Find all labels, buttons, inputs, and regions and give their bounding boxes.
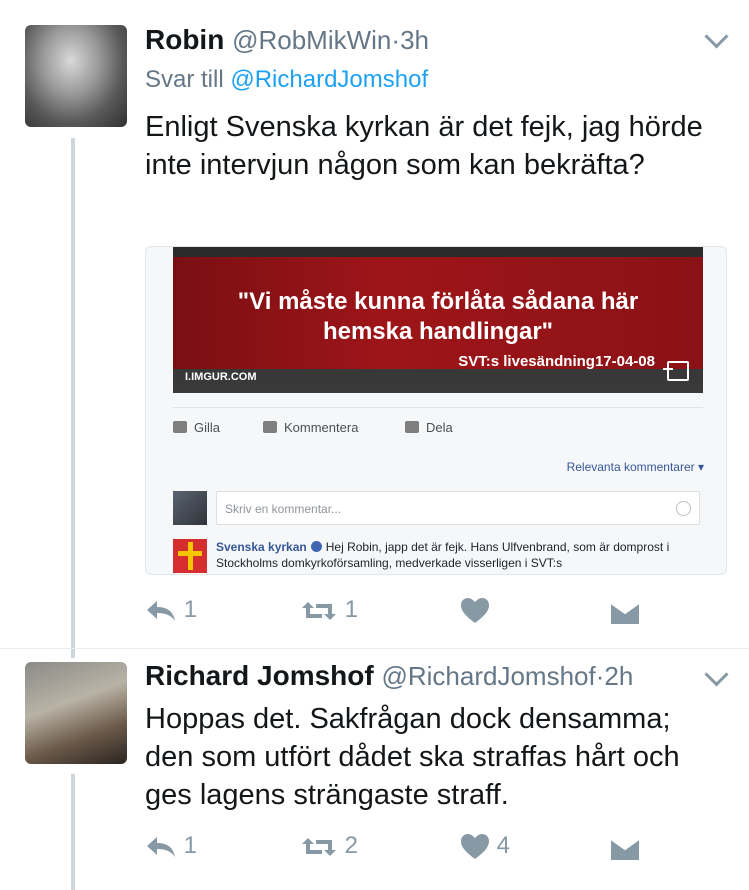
separator: ·: [391, 25, 401, 55]
relevant-comments-label: Relevanta kommentarer ▾: [566, 460, 704, 474]
comment-placeholder: Skriv en kommentar...: [225, 502, 342, 516]
timestamp[interactable]: 3h: [400, 25, 429, 55]
retweet-icon: [302, 601, 336, 620]
avatar[interactable]: [25, 25, 127, 127]
comment-body: Svenska kyrkan Hej Robin, japp det är fej…: [216, 539, 696, 571]
comment-icon: [263, 421, 277, 433]
emoji-icon: [676, 501, 691, 516]
fb-share-label: Dela: [426, 420, 453, 435]
thread-line: [71, 774, 75, 890]
reply-icon: [147, 836, 175, 857]
timestamp[interactable]: 2h: [604, 661, 633, 691]
retweet-button[interactable]: 2: [300, 832, 358, 860]
heart-icon: [461, 833, 489, 859]
external-link-icon[interactable]: [663, 361, 689, 381]
quote-line: "Vi måste kunna förlåta sådana här: [237, 288, 639, 315]
comment-author: Svenska kyrkan: [216, 540, 307, 554]
dm-button[interactable]: [610, 834, 640, 862]
fb-like-label: Gilla: [194, 420, 221, 435]
reply-to-link[interactable]: @RichardJomshof: [230, 66, 428, 93]
share-icon: [405, 421, 419, 433]
fb-comment-button: Kommentera: [263, 420, 358, 435]
heart-icon: [461, 597, 489, 623]
image-caption: SVT:s livesändning17-04-08: [458, 353, 655, 370]
fb-comment-label: Kommentera: [284, 420, 359, 435]
quote-line: hemska handlingar": [322, 318, 554, 345]
like-button[interactable]: 4: [460, 832, 510, 861]
reply-prefix: Svar till: [145, 66, 224, 93]
reply-count: 1: [183, 596, 198, 623]
headline-band: "Vi måste kunna förlåta sådana här hemsk…: [173, 257, 703, 370]
thread-line: [71, 138, 75, 658]
retweet-count: 1: [344, 596, 359, 623]
dm-icon: [610, 601, 640, 624]
thumbs-up-icon: [173, 421, 187, 433]
reply-button[interactable]: 1: [145, 832, 197, 860]
user-handle[interactable]: @RobMikWin: [232, 25, 391, 55]
like-count: 4: [496, 832, 511, 859]
avatar[interactable]: [25, 662, 127, 764]
svenska-kyrkan-logo: [173, 539, 207, 573]
fb-share-button: Dela: [405, 420, 453, 435]
divider: [0, 648, 749, 649]
tweet-header: Robin @RobMikWin·3h: [145, 24, 429, 56]
user-name[interactable]: Robin: [145, 24, 224, 55]
chevron-down-icon[interactable]: [704, 24, 729, 49]
fb-action-bar: Gilla Kommentera Dela: [173, 407, 703, 448]
reply-context: Svar till @RichardJomshof: [145, 66, 428, 94]
retweet-count: 2: [344, 832, 359, 859]
commenter-avatar: [173, 491, 207, 525]
user-handle[interactable]: @RichardJomshof: [381, 661, 595, 691]
retweet-button[interactable]: 1: [300, 596, 358, 624]
user-name[interactable]: Richard Jomshof: [145, 660, 374, 691]
retweet-icon: [302, 837, 336, 856]
reply-button[interactable]: 1: [145, 596, 197, 624]
verified-icon: [310, 541, 322, 552]
card-image[interactable]: "Vi måste kunna förlåta sådana här hemsk…: [173, 247, 703, 393]
chevron-down-icon[interactable]: [704, 662, 729, 687]
tweet-header: Richard Jomshof @RichardJomshof·2h: [145, 660, 633, 692]
link-card[interactable]: "Vi måste kunna förlåta sådana här hemsk…: [145, 246, 727, 575]
comment-field: Skriv en kommentar...: [216, 491, 700, 525]
tweet-text: Enligt Svenska kyrkan är det fejk, jag h…: [145, 111, 703, 181]
reply-count: 1: [183, 832, 198, 859]
tweet-text: Hoppas det. Sakfrågan dock densamma; den…: [145, 703, 680, 811]
dm-icon: [610, 837, 640, 860]
reply-icon: [147, 600, 175, 621]
card-source: I.IMGUR.COM: [185, 371, 257, 383]
dm-button[interactable]: [610, 598, 640, 626]
fb-like-button: Gilla: [173, 420, 220, 435]
like-button[interactable]: [460, 596, 490, 625]
